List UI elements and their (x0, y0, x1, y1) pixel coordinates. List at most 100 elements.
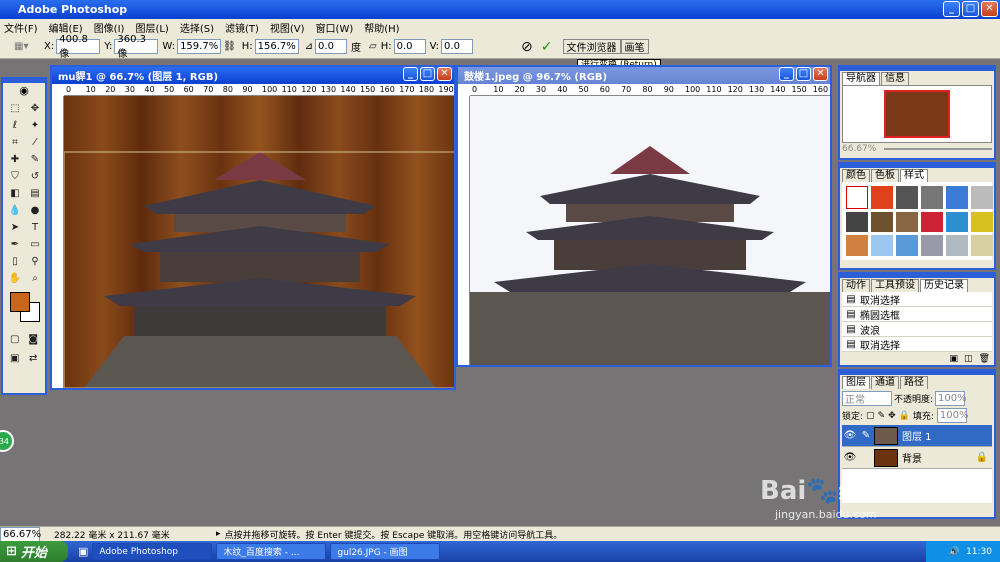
eye-icon[interactable]: 👁 (842, 452, 858, 463)
doc1-canvas[interactable] (64, 96, 454, 388)
minimize-button[interactable]: _ (943, 1, 960, 17)
slice-tool-icon[interactable]: ⁄ (26, 135, 44, 150)
doc2-close-button[interactable]: ✕ (813, 67, 828, 81)
doc1-minimize-button[interactable]: _ (403, 67, 418, 81)
move-tool-icon[interactable]: ✥ (26, 101, 44, 116)
status-arrow-icon[interactable]: ▸ (216, 529, 221, 539)
x-field[interactable]: 400.8 像 (56, 34, 101, 60)
paths-tab[interactable]: 路径 (900, 376, 928, 389)
doc2-maximize-button[interactable]: □ (796, 67, 811, 81)
navigator-zoom[interactable]: 66.67% (842, 144, 876, 154)
volume-icon[interactable]: 🔊 (949, 547, 960, 557)
layers-tab[interactable]: 图层 (842, 376, 870, 389)
blur-tool-icon[interactable]: 💧 (6, 203, 24, 218)
eyedropper-icon[interactable]: ⚲ (26, 254, 44, 269)
style-swatch[interactable] (871, 211, 893, 233)
lock-pixels-icon[interactable]: ✎ (878, 411, 886, 421)
swatches-tab[interactable]: 色板 (871, 169, 899, 182)
style-swatch[interactable] (846, 186, 868, 209)
vskew-field[interactable]: 0.0 (441, 39, 474, 54)
start-button[interactable]: ⊞ 开始 (0, 541, 68, 562)
layer-row[interactable]: 👁 ✎ 图层 1 (842, 425, 992, 447)
color-tab[interactable]: 颜色 (842, 169, 870, 182)
style-swatch[interactable] (946, 211, 968, 233)
cancel-transform-icon[interactable]: ⊘ (521, 39, 533, 55)
magic-wand-icon[interactable]: ✦ (26, 118, 44, 133)
fill-field[interactable]: 100% (936, 408, 969, 423)
document-window-1[interactable]: mu貋1 @ 66.7% (图层 1, RGB) _ □ ✕ 0 10 20 30 40… (50, 65, 456, 390)
close-button[interactable]: ✕ (981, 1, 998, 17)
style-swatch[interactable] (971, 211, 993, 233)
history-brush-icon[interactable]: ↺ (26, 169, 44, 184)
w-field[interactable]: 159.7% (177, 39, 222, 54)
crop-tool-icon[interactable]: ⌗ (6, 135, 24, 150)
style-swatch[interactable] (896, 235, 918, 256)
menu-layer[interactable]: 图层(L) (135, 20, 168, 35)
menu-select[interactable]: 选择(S) (180, 20, 214, 35)
type-tool-icon[interactable]: T (26, 220, 44, 235)
lasso-tool-icon[interactable]: ℓ (6, 118, 24, 133)
menu-image[interactable]: 图像(I) (94, 20, 125, 35)
zoom-tool-icon[interactable]: ⌕ (26, 271, 44, 286)
healing-tool-icon[interactable]: ✚ (6, 152, 24, 167)
taskbar-item-photoshop[interactable]: Adobe Photoshop (92, 543, 213, 560)
menu-edit[interactable]: 编辑(E) (49, 20, 83, 35)
style-swatch[interactable] (946, 235, 968, 256)
hskew-field[interactable]: 0.0 (393, 39, 426, 54)
style-swatch[interactable] (871, 235, 893, 256)
screen-mode-icon[interactable]: ▣ (7, 351, 23, 366)
actions-tab[interactable]: 动作 (842, 279, 870, 292)
eraser-tool-icon[interactable]: ◧ (6, 186, 24, 201)
style-swatch[interactable] (896, 211, 918, 233)
layer-name[interactable]: 背景 (902, 450, 922, 465)
dodge-tool-icon[interactable]: ● (26, 203, 44, 218)
history-item[interactable]: ▤ 椭圆选框 (842, 307, 992, 322)
hand-tool-icon[interactable]: ✋ (6, 271, 24, 286)
document-window-2[interactable]: 鼓楼1.jpeg @ 96.7% (RGB) _ □ ✕ 0 10 20 30 40 50… (456, 65, 832, 367)
marquee-tool-icon[interactable]: ⬚ (6, 101, 24, 116)
eye-icon[interactable]: 👁 (842, 430, 858, 441)
notification-badge[interactable]: 34 (0, 430, 14, 452)
y-field[interactable]: 360.3 像 (114, 34, 159, 60)
link-icon[interactable]: ⛓ (223, 41, 236, 52)
navigator-tab[interactable]: 导航器 (842, 72, 880, 85)
style-swatch[interactable] (921, 235, 943, 256)
menu-filter[interactable]: 滤镜(T) (225, 20, 259, 35)
transform-reference-icon[interactable]: ▦▾ (14, 41, 40, 52)
brush-tab[interactable]: 画笔 (620, 39, 649, 54)
maximize-button[interactable]: □ (962, 1, 979, 17)
taskbar-item-paint[interactable]: gul26.JPG - 画图 (330, 543, 441, 560)
styles-tab[interactable]: 样式 (900, 169, 928, 182)
status-zoom[interactable]: 66.67% (0, 526, 41, 542)
commit-transform-icon[interactable]: ✓ (541, 39, 553, 55)
history-item[interactable]: ▤ 波浪 (842, 322, 992, 337)
stamp-tool-icon[interactable]: ⛉ (6, 169, 24, 184)
show-desktop-icon[interactable]: ▣ (78, 545, 88, 558)
trash-icon[interactable]: 🗑 (979, 354, 990, 364)
layer-row[interactable]: 👁 背景 🔒 (842, 447, 992, 469)
style-swatch[interactable] (921, 211, 943, 233)
lock-transparency-icon[interactable]: ▢ (866, 411, 875, 421)
file-browser-tab[interactable]: 文件浏览器 (562, 39, 621, 54)
lock-all-icon[interactable]: 🔒 (899, 411, 910, 421)
style-swatch[interactable] (896, 186, 918, 209)
imageready-icon[interactable]: ⇄ (26, 351, 42, 366)
style-swatch[interactable] (946, 186, 968, 209)
history-item[interactable]: ▤ 取消选择 (842, 337, 992, 352)
menu-view[interactable]: 视图(V) (270, 20, 305, 35)
layer-name[interactable]: 图层 1 (902, 428, 932, 443)
doc1-maximize-button[interactable]: □ (420, 67, 435, 81)
history-tab[interactable]: 历史记录 (920, 279, 968, 292)
style-swatch[interactable] (871, 186, 893, 209)
info-tab[interactable]: 信息 (881, 72, 909, 85)
gradient-tool-icon[interactable]: ▤ (26, 186, 44, 201)
menu-file[interactable]: 文件(F) (4, 20, 38, 35)
path-select-icon[interactable]: ➤ (6, 220, 24, 235)
doc2-canvas[interactable] (470, 96, 830, 365)
doc2-minimize-button[interactable]: _ (779, 67, 794, 81)
opacity-field[interactable]: 100% (935, 391, 967, 406)
standard-mode-icon[interactable]: ▢ (7, 332, 23, 347)
doc1-close-button[interactable]: ✕ (437, 67, 452, 81)
quickmask-mode-icon[interactable]: ◙ (26, 332, 42, 347)
channels-tab[interactable]: 通道 (871, 376, 899, 389)
